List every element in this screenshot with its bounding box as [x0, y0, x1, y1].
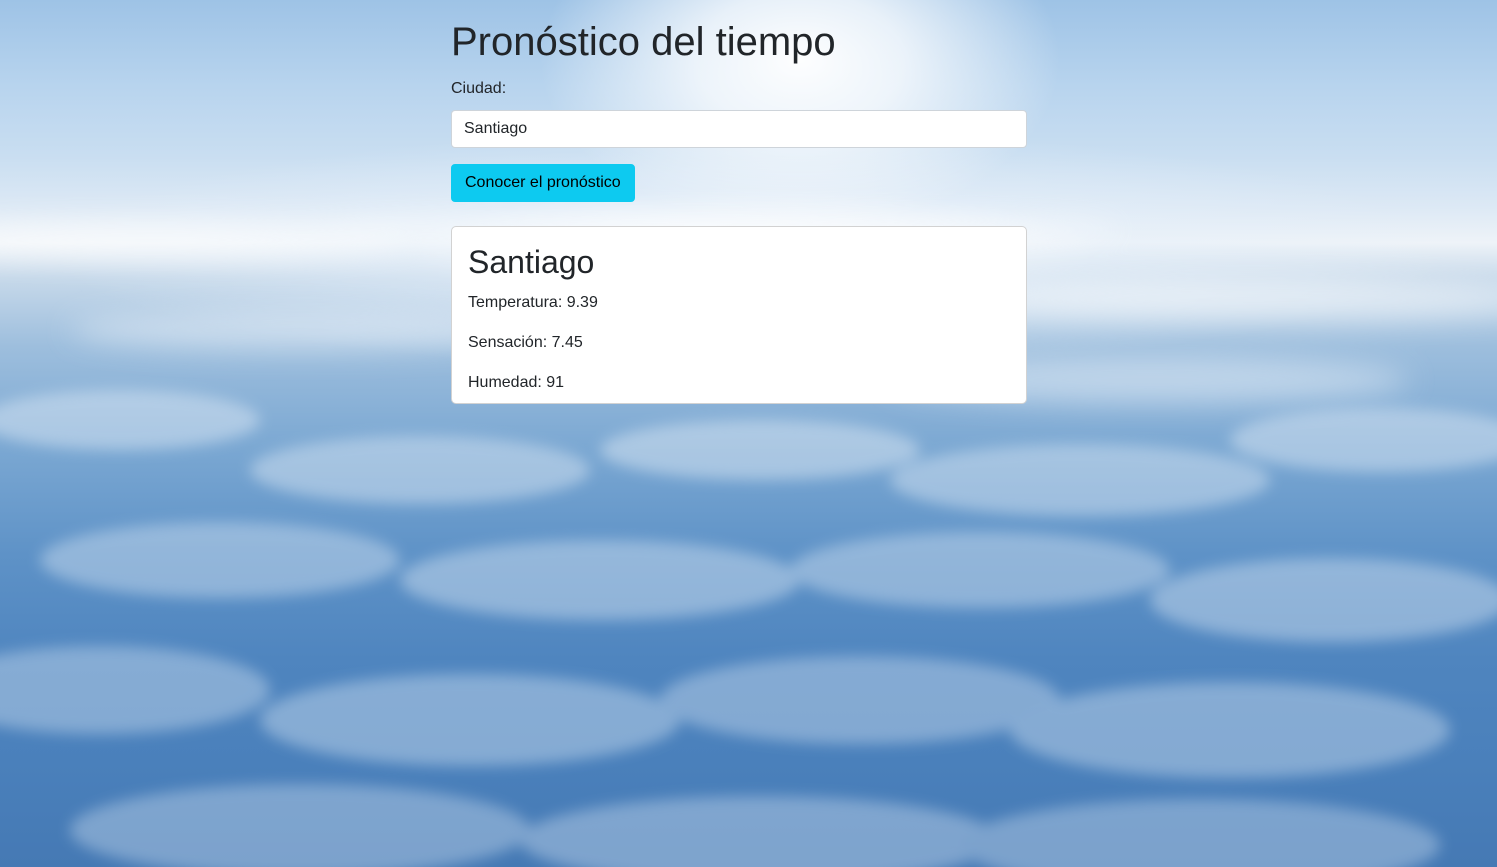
main-container: Pronóstico del tiempo Ciudad: Conocer el… [451, 0, 1027, 404]
page-body: { "header": { "title": "Pronóstico del t… [0, 0, 1497, 867]
city-label: Ciudad: [451, 80, 507, 97]
city-input[interactable] [451, 110, 1027, 148]
get-forecast-button[interactable]: Conocer el pronóstico [451, 164, 635, 202]
result-city-name: Santiago [468, 244, 595, 280]
feels-like-text: Sensación: 7.45 [468, 334, 583, 351]
page-title: Pronóstico del tiempo [451, 20, 836, 64]
humidity-text: Humedad: 91 [468, 374, 565, 391]
temperature-text: Temperatura: 9.39 [468, 294, 598, 311]
forecast-result-card: Santiago Temperatura: 9.39 Sensación: 7.… [451, 226, 1027, 404]
forecast-form: Ciudad: Conocer el pronóstico [451, 79, 1027, 202]
